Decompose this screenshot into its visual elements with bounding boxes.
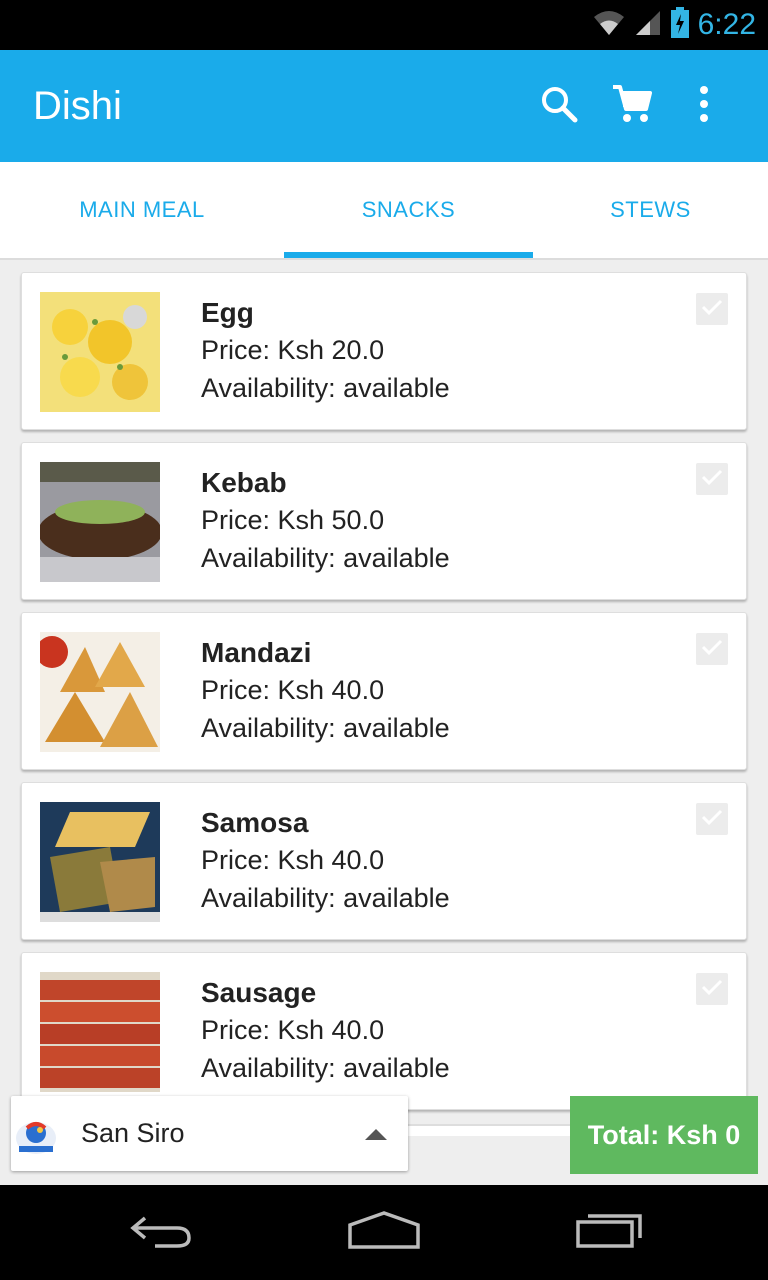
egg-photo xyxy=(40,292,160,412)
item-name: Egg xyxy=(201,297,254,328)
signal-icon xyxy=(634,9,662,42)
item-availability: Availability: available xyxy=(201,713,450,743)
check-icon xyxy=(700,297,724,322)
search-icon xyxy=(539,84,579,129)
list-item[interactable]: Samosa Price: Ksh 40.0 Availability: ava… xyxy=(21,782,747,940)
snack-list[interactable]: Egg Price: Ksh 20.0 Availability: availa… xyxy=(0,260,768,1185)
cart-button[interactable] xyxy=(604,78,660,134)
list-item[interactable]: Mandazi Price: Ksh 40.0 Availability: av… xyxy=(21,612,747,770)
location-spinner[interactable]: San Siro xyxy=(11,1096,408,1171)
app-bar: Dishi xyxy=(0,50,768,162)
tab-stews[interactable]: STEWS xyxy=(533,162,768,258)
item-price: Price: Ksh 20.0 xyxy=(201,335,385,365)
status-time: 6:22 xyxy=(697,8,756,41)
system-nav-bar xyxy=(0,1185,768,1280)
select-checkbox[interactable] xyxy=(696,633,728,665)
wifi-icon xyxy=(592,9,626,42)
check-icon xyxy=(700,637,724,662)
home-icon xyxy=(346,1209,422,1256)
item-price: Price: Ksh 40.0 xyxy=(201,845,385,875)
select-checkbox[interactable] xyxy=(696,973,728,1005)
item-name: Mandazi xyxy=(201,637,312,668)
select-checkbox[interactable] xyxy=(696,293,728,325)
search-button[interactable] xyxy=(531,78,587,134)
tab-bar: MAIN MEAL SNACKS STEWS xyxy=(0,162,768,258)
sausage-photo xyxy=(40,972,160,1092)
recents-icon xyxy=(574,1210,646,1255)
item-availability: Availability: available xyxy=(201,373,450,403)
item-price: Price: Ksh 40.0 xyxy=(201,1015,385,1045)
kebab-photo xyxy=(40,462,160,582)
item-availability: Availability: available xyxy=(201,543,450,573)
select-checkbox[interactable] xyxy=(696,463,728,495)
total-button[interactable]: Total: Ksh 0 xyxy=(570,1096,758,1174)
item-price: Price: Ksh 50.0 xyxy=(201,505,385,535)
recents-button[interactable] xyxy=(560,1207,660,1257)
back-icon xyxy=(125,1210,195,1255)
status-icons: 6:22 xyxy=(592,0,756,50)
select-checkbox[interactable] xyxy=(696,803,728,835)
app-title: Dishi xyxy=(33,84,122,128)
item-availability: Availability: available xyxy=(201,1053,450,1083)
tab-snacks[interactable]: SNACKS xyxy=(284,162,533,258)
list-item[interactable]: Kebab Price: Ksh 50.0 Availability: avai… xyxy=(21,442,747,600)
battery-charging-icon xyxy=(670,6,690,44)
home-button[interactable] xyxy=(334,1207,434,1257)
location-logo-icon xyxy=(13,1116,59,1156)
divider-strip xyxy=(408,1124,570,1136)
list-item[interactable]: Egg Price: Ksh 20.0 Availability: availa… xyxy=(21,272,747,430)
overflow-menu-button[interactable] xyxy=(676,78,732,134)
more-vert-icon xyxy=(698,85,710,128)
item-name: Samosa xyxy=(201,807,309,838)
back-button[interactable] xyxy=(110,1207,210,1257)
item-availability: Availability: available xyxy=(201,883,450,913)
cart-icon xyxy=(611,84,653,129)
samosa-photo xyxy=(40,802,160,922)
mandazi-photo xyxy=(40,632,160,752)
item-name: Kebab xyxy=(201,467,287,498)
check-icon xyxy=(700,977,724,1002)
check-icon xyxy=(700,467,724,492)
item-name: Sausage xyxy=(201,977,317,1008)
location-selected: San Siro xyxy=(81,1118,185,1148)
dropdown-caret-icon xyxy=(365,1129,387,1140)
status-bar: 6:22 xyxy=(0,0,768,50)
list-item[interactable]: Sausage Price: Ksh 40.0 Availability: av… xyxy=(21,952,747,1110)
item-price: Price: Ksh 40.0 xyxy=(201,675,385,705)
tab-main-meal[interactable]: MAIN MEAL xyxy=(0,162,284,258)
check-icon xyxy=(700,807,724,832)
